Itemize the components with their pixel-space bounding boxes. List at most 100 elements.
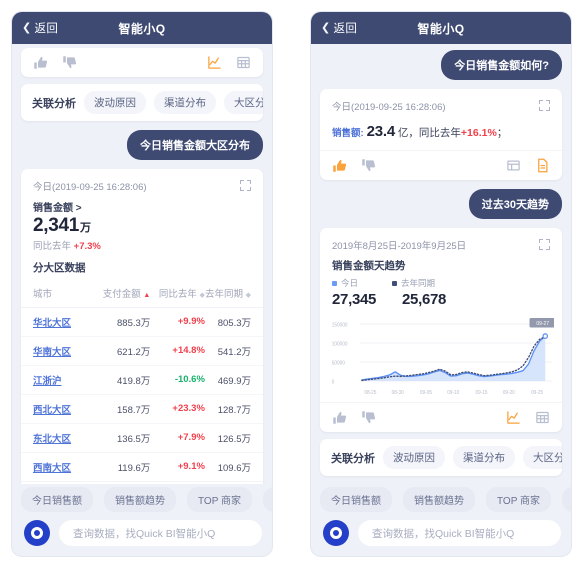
thumbs-up-icon[interactable]	[332, 158, 347, 173]
related-analysis-bar-left[interactable]: 关联分析 波动原因 渠道分布 大区分布	[21, 84, 263, 121]
compare-prefix: 同比去年	[33, 240, 74, 252]
cell-city[interactable]: 华北大区	[21, 307, 94, 337]
assistant-logo-icon[interactable]	[24, 520, 50, 546]
suggestion-chip-sales-trend[interactable]: 销售额趋势	[403, 486, 475, 512]
answer-text: 销售额: 23.4 亿，同比去年+16.1%；	[320, 119, 562, 150]
line-chart-icon[interactable]	[506, 410, 521, 425]
suggestion-chip-today-sales[interactable]: 今日销售额	[320, 486, 392, 512]
trend-chart[interactable]: 150000 100000 50000 0 09-27 08-25 08-30 …	[320, 314, 562, 402]
table-head: 城市 支付金额 ▲ 同比去年 ◆ 去年同期 ◆	[21, 278, 263, 308]
related-chip-channel[interactable]: 渠道分布	[453, 446, 515, 469]
answer-value: 23.4	[366, 123, 396, 140]
expand-icon[interactable]	[539, 239, 550, 250]
legend-label-lastyear: 去年同期	[401, 278, 436, 288]
answer-unit: 亿，同比去年	[395, 127, 461, 139]
suggestion-chip-top-merchants[interactable]: TOP 商家	[486, 486, 551, 512]
table-row[interactable]: 东北大区 136.5万 +7.9% 126.5万	[21, 423, 263, 453]
legend-item-today[interactable]: 今日	[332, 277, 358, 289]
thumbs-up-icon[interactable]	[332, 410, 347, 425]
back-button-left[interactable]: ❮ 返回	[22, 20, 58, 36]
suggestion-chip-overflow[interactable]: 今日销	[262, 486, 272, 512]
app-header-right: ❮ 返回 智能小Q	[311, 12, 571, 44]
suggestion-chip-top-merchants[interactable]: TOP 商家	[187, 486, 252, 512]
thumbs-down-icon[interactable]	[361, 158, 376, 173]
svg-text:09-15: 09-15	[475, 390, 487, 396]
expand-icon[interactable]	[539, 100, 550, 111]
related-chip-channel[interactable]: 渠道分布	[154, 91, 216, 114]
related-chip-fluctuation[interactable]: 波动原因	[383, 446, 445, 469]
metric-label[interactable]: 销售金额 >	[33, 199, 251, 214]
col-amount[interactable]: 支付金额 ▲	[93, 278, 151, 308]
region-table: 城市 支付金额 ▲ 同比去年 ◆ 去年同期 ◆ 华北大区 885.3万 +9.9…	[21, 278, 263, 481]
thumbs-up-icon[interactable]	[33, 55, 48, 70]
cell-amount: 621.2万	[93, 336, 151, 366]
col-lastyear[interactable]: 去年同期 ◆	[204, 278, 263, 308]
cell-city[interactable]: 西南大区	[21, 452, 93, 481]
thumbs-down-icon[interactable]	[62, 55, 77, 70]
cell-city[interactable]: 东北大区	[21, 423, 94, 453]
user-message-row-left: 今日销售金额大区分布	[21, 128, 263, 162]
answer-key: 销售额:	[332, 128, 364, 139]
table-section-title: 分大区数据	[33, 261, 86, 274]
related-chip-region[interactable]: 大区分:	[523, 446, 562, 469]
card-header-left: 今日(2019-09-25 16:28:06)	[21, 169, 263, 199]
search-input[interactable]: 查询数据，找Quick BI智能小Q	[59, 520, 262, 546]
document-icon[interactable]	[535, 158, 550, 173]
screenshot-stage: ❮ 返回 智能小Q 关联分析 波动原因 渠道分布 大区分 今日销售金额大区分布 …	[0, 0, 583, 568]
cell-yoy: +23.3%	[150, 394, 205, 424]
chat-scroll-left[interactable]: 关联分析 波动原因 渠道分布 大区分布 今日销售金额大区分布 今日(2019-0…	[12, 44, 272, 484]
cell-amount: 158.7万	[93, 394, 151, 424]
table-row[interactable]: 华南大区 621.2万 +14.8% 541.2万	[21, 336, 263, 366]
metric-block: 销售金额 > 2,341万 同比去年 +7.3%	[21, 199, 263, 260]
chat-scroll-right[interactable]: 今日销售金额如何? 今日(2019-09-25 16:28:06) 销售额: 2…	[311, 44, 571, 484]
svg-text:150000: 150000	[332, 322, 348, 328]
answer-delta: +16.1%	[460, 127, 497, 139]
cell-yoy: +14.8%	[150, 336, 205, 366]
cell-amount: 419.8万	[93, 365, 151, 395]
suggestion-chip-today-sales[interactable]: 今日销售额	[21, 486, 93, 512]
answer-card-header: 今日(2019-09-25 16:28:06)	[320, 89, 562, 119]
legend-item-lastyear[interactable]: 去年同期	[392, 277, 435, 289]
table-row[interactable]: 江浙沪 419.8万 -10.6% 469.9万	[21, 365, 263, 395]
user-message-bubble-2: 过去30天趋势	[468, 189, 562, 219]
cell-city[interactable]: 西北大区	[21, 394, 94, 424]
phone-screen-right: ❮ 返回 智能小Q 今日销售金额如何? 今日(2019-09-25 16:28:…	[311, 12, 571, 556]
cell-city[interactable]: 华南大区	[21, 336, 94, 366]
cell-yoy: -10.6%	[150, 365, 205, 395]
related-chip-fluctuation[interactable]: 波动原因	[84, 91, 146, 114]
related-analysis-bar-right[interactable]: 关联分析 波动原因 渠道分布 大区分:	[320, 439, 562, 476]
cell-lastyear: 126.5万	[204, 423, 263, 453]
assistant-logo-icon[interactable]	[323, 520, 349, 546]
card-timestamp: 今日(2019-09-25 16:28:06)	[33, 182, 147, 193]
user-message-row-2-right: 过去30天趋势	[320, 187, 562, 221]
table-icon[interactable]	[535, 410, 550, 425]
phone-screen-left: ❮ 返回 智能小Q 关联分析 波动原因 渠道分布 大区分 今日销售金额大区分布 …	[12, 12, 272, 556]
table-row[interactable]: 西北大区 158.7万 +23.3% 128.7万	[21, 394, 263, 424]
chart-legend: 今日 去年同期	[320, 277, 562, 291]
suggestion-chip-overflow[interactable]: 今日销	[561, 486, 571, 512]
cell-amount: 885.3万	[93, 307, 151, 337]
cell-lastyear: 128.7万	[204, 394, 263, 424]
previous-card-footer-left	[21, 48, 263, 77]
suggestion-chip-sales-trend[interactable]: 销售额趋势	[104, 486, 176, 512]
line-chart-icon[interactable]	[207, 55, 222, 70]
cell-city[interactable]: 江浙沪	[21, 365, 94, 395]
back-button-right[interactable]: ❮ 返回	[321, 20, 357, 36]
svg-text:08-25: 08-25	[364, 390, 376, 396]
related-chip-region[interactable]: 大区分布	[224, 91, 263, 114]
card-date-range: 2019年8月25日-2019年9月25日	[332, 241, 467, 252]
table-icon[interactable]	[506, 158, 521, 173]
chevron-left-icon: ❮	[321, 21, 331, 34]
search-input[interactable]: 查询数据，找Quick BI智能小Q	[358, 520, 561, 546]
col-yoy[interactable]: 同比去年 ◆	[150, 278, 205, 308]
table-row[interactable]: 西南大区 119.6万 +9.1% 109.6万	[21, 452, 263, 481]
table-row[interactable]: 华北大区 885.3万 +9.9% 805.3万	[21, 307, 263, 337]
table-icon[interactable]	[236, 55, 251, 70]
answer-card: 今日(2019-09-25 16:28:06) 销售额: 23.4 亿，同比去年…	[320, 89, 562, 180]
thumbs-down-icon[interactable]	[361, 410, 376, 425]
svg-text:0: 0	[332, 379, 335, 385]
suggestion-chips-right[interactable]: 今日销售额 销售额趋势 TOP 商家 今日销	[311, 484, 571, 514]
svg-text:09-20: 09-20	[503, 390, 515, 396]
expand-icon[interactable]	[240, 180, 251, 191]
suggestion-chips-left[interactable]: 今日销售额 销售额趋势 TOP 商家 今日销	[12, 484, 272, 514]
